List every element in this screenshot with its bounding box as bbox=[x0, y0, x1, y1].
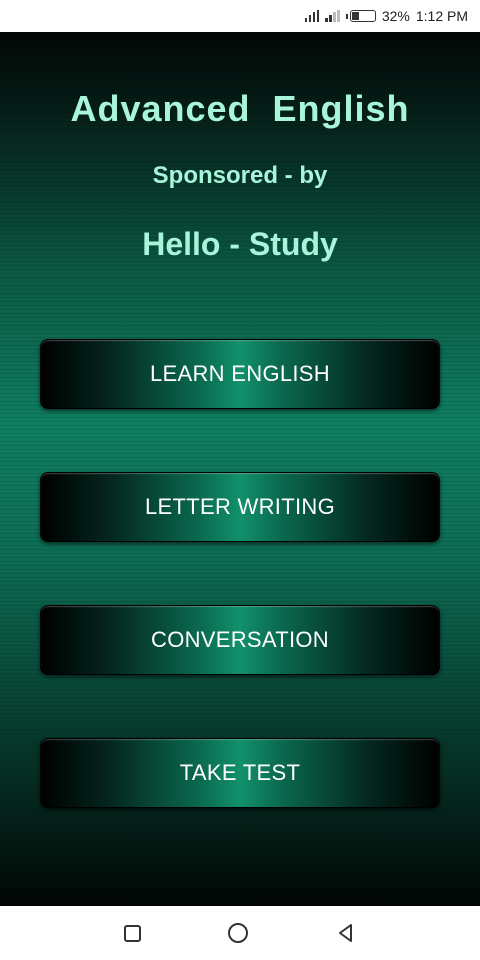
signal-strength-icon bbox=[304, 10, 320, 22]
home-icon[interactable] bbox=[228, 923, 249, 943]
learn-english-button[interactable]: LEARN ENGLISH bbox=[40, 339, 440, 409]
app-title: Advanced English bbox=[70, 88, 410, 129]
take-test-button[interactable]: TAKE TEST bbox=[40, 738, 440, 808]
main-screen: Advanced English Sponsored - by Hello - … bbox=[0, 32, 480, 906]
conversation-button[interactable]: CONVERSATION bbox=[40, 605, 440, 675]
back-icon[interactable] bbox=[336, 923, 356, 943]
navigation-bar bbox=[0, 906, 480, 960]
status-time: 1:12 PM bbox=[415, 8, 468, 24]
letter-writing-button[interactable]: LETTER WRITING bbox=[40, 472, 440, 542]
sponsored-label: Sponsored - by bbox=[152, 162, 328, 189]
signal-strength-sim2-icon bbox=[325, 10, 340, 22]
sponsor-name: Hello - Study bbox=[142, 226, 338, 262]
recent-apps-icon[interactable] bbox=[123, 924, 141, 942]
battery-percent: 32% bbox=[381, 8, 410, 24]
status-bar: 32% 1:12 PM bbox=[0, 0, 480, 32]
battery-icon bbox=[345, 10, 376, 22]
